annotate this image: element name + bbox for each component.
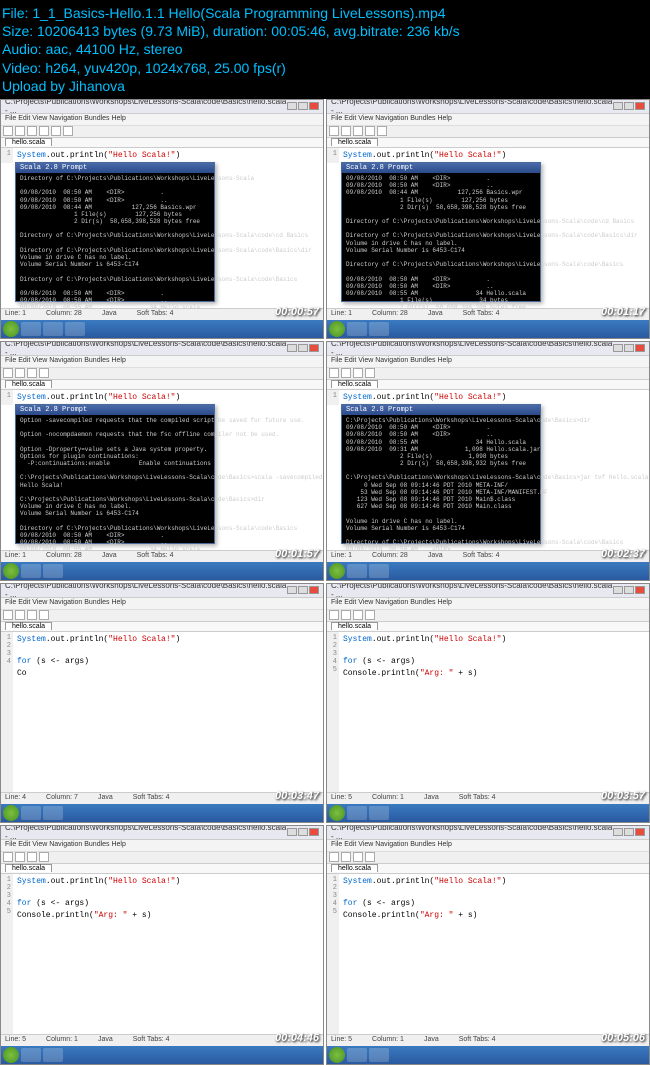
code-editor[interactable]: 1 System.out.println("Hello Scala!") xyxy=(327,148,649,163)
menu-bar[interactable]: File Edit View Navigation Bundles Help xyxy=(327,114,649,126)
toolbar xyxy=(327,126,649,138)
window-controls xyxy=(287,102,319,110)
timestamp: 00:05:06 xyxy=(601,1032,645,1044)
code-editor[interactable]: 1 System.out.println("Hello Scala!") xyxy=(1,148,323,163)
uploader: Upload by Jihanova xyxy=(2,77,648,95)
window-titlebar: C:\Projects\Publications\Workshops\LiveL… xyxy=(327,100,649,114)
thumbnail-4: C:\Projects\Publications\Workshops\LiveL… xyxy=(326,341,650,581)
thumbnail-6: C:\Projects\Publications\Workshops\LiveL… xyxy=(326,583,650,823)
editor-tabs: hello.scala xyxy=(327,138,649,148)
timestamp: 00:04:46 xyxy=(275,1032,319,1044)
terminal-window[interactable]: Scala 2.8 Prompt Directory of C:\Project… xyxy=(15,162,215,302)
file-info-header: File: 1_1_Basics-Hello.1.1 Hello(Scala P… xyxy=(0,0,650,99)
timestamp: 00:03:57 xyxy=(601,790,645,802)
thumbnail-5: C:\Projects\Publications\Workshops\LiveL… xyxy=(0,583,324,823)
window-titlebar: C:\Projects\Publications\Workshops\LiveL… xyxy=(1,100,323,114)
code-editor[interactable]: 1234 System.out.println("Hello Scala!") … xyxy=(1,632,323,802)
tool-cut[interactable] xyxy=(39,126,49,136)
window-title: C:\Projects\Publications\Workshops\LiveL… xyxy=(5,99,287,116)
code-editor[interactable]: 12345 System.out.println("Hello Scala!")… xyxy=(327,874,649,1044)
thumbnail-2: C:\Projects\Publications\Workshops\LiveL… xyxy=(326,99,650,339)
timestamp: 00:01:57 xyxy=(275,548,319,560)
thumbnail-3: C:\Projects\Publications\Workshops\LiveL… xyxy=(0,341,324,581)
task-item[interactable] xyxy=(21,322,41,336)
tab-hello[interactable]: hello.scala xyxy=(5,138,52,146)
tool-open[interactable] xyxy=(15,126,25,136)
maximize-btn[interactable] xyxy=(298,102,308,110)
taskbar[interactable] xyxy=(327,320,649,338)
timestamp: 00:01:17 xyxy=(601,306,645,318)
tool-save[interactable] xyxy=(27,126,37,136)
timestamp: 00:02:37 xyxy=(601,548,645,560)
thumbnail-8: C:\Projects\Publications\Workshops\LiveL… xyxy=(326,825,650,1065)
start-button[interactable] xyxy=(3,321,19,337)
editor-tabs: hello.scala xyxy=(1,138,323,148)
close-btn[interactable] xyxy=(309,102,319,110)
terminal-title: Scala 2.8 Prompt xyxy=(16,163,214,173)
terminal-window[interactable]: Scala 2.8 Prompt Option -savecompiled re… xyxy=(15,404,215,544)
thumbnail-grid: C:\Projects\Publications\Workshops\LiveL… xyxy=(0,99,650,1065)
tool-copy[interactable] xyxy=(51,126,61,136)
task-item[interactable] xyxy=(65,322,85,336)
terminal-window[interactable]: Scala 2.8 Prompt C:\Projects\Publication… xyxy=(341,404,541,544)
taskbar[interactable] xyxy=(1,320,323,338)
toolbar xyxy=(1,126,323,138)
code-kw: System xyxy=(17,151,46,160)
tool-new[interactable] xyxy=(3,126,13,136)
menu-bar[interactable]: File Edit View Navigation Bundles Help xyxy=(1,114,323,126)
audio-info: Audio: aac, 44100 Hz, stereo xyxy=(2,40,648,58)
task-item[interactable] xyxy=(43,322,63,336)
tool-paste[interactable] xyxy=(63,126,73,136)
code-editor[interactable]: 12345 System.out.println("Hello Scala!")… xyxy=(327,632,649,802)
file-size: Size: 10206413 bytes (9.73 MiB), duratio… xyxy=(2,22,648,40)
timestamp: 00:03:47 xyxy=(275,790,319,802)
timestamp: 00:00:57 xyxy=(275,306,319,318)
code-editor[interactable]: 12345 System.out.println("Hello Scala!")… xyxy=(1,874,323,1044)
video-info: Video: h264, yuv420p, 1024x768, 25.00 fp… xyxy=(2,59,648,77)
thumbnail-7: C:\Projects\Publications\Workshops\LiveL… xyxy=(0,825,324,1065)
thumbnail-1: C:\Projects\Publications\Workshops\LiveL… xyxy=(0,99,324,339)
line-gutter: 1 xyxy=(1,148,13,163)
minimize-btn[interactable] xyxy=(287,102,297,110)
file-name: File: 1_1_Basics-Hello.1.1 Hello(Scala P… xyxy=(2,4,648,22)
terminal-window[interactable]: Scala 2.8 Prompt 09/08/2010 08:50 AM <DI… xyxy=(341,162,541,302)
